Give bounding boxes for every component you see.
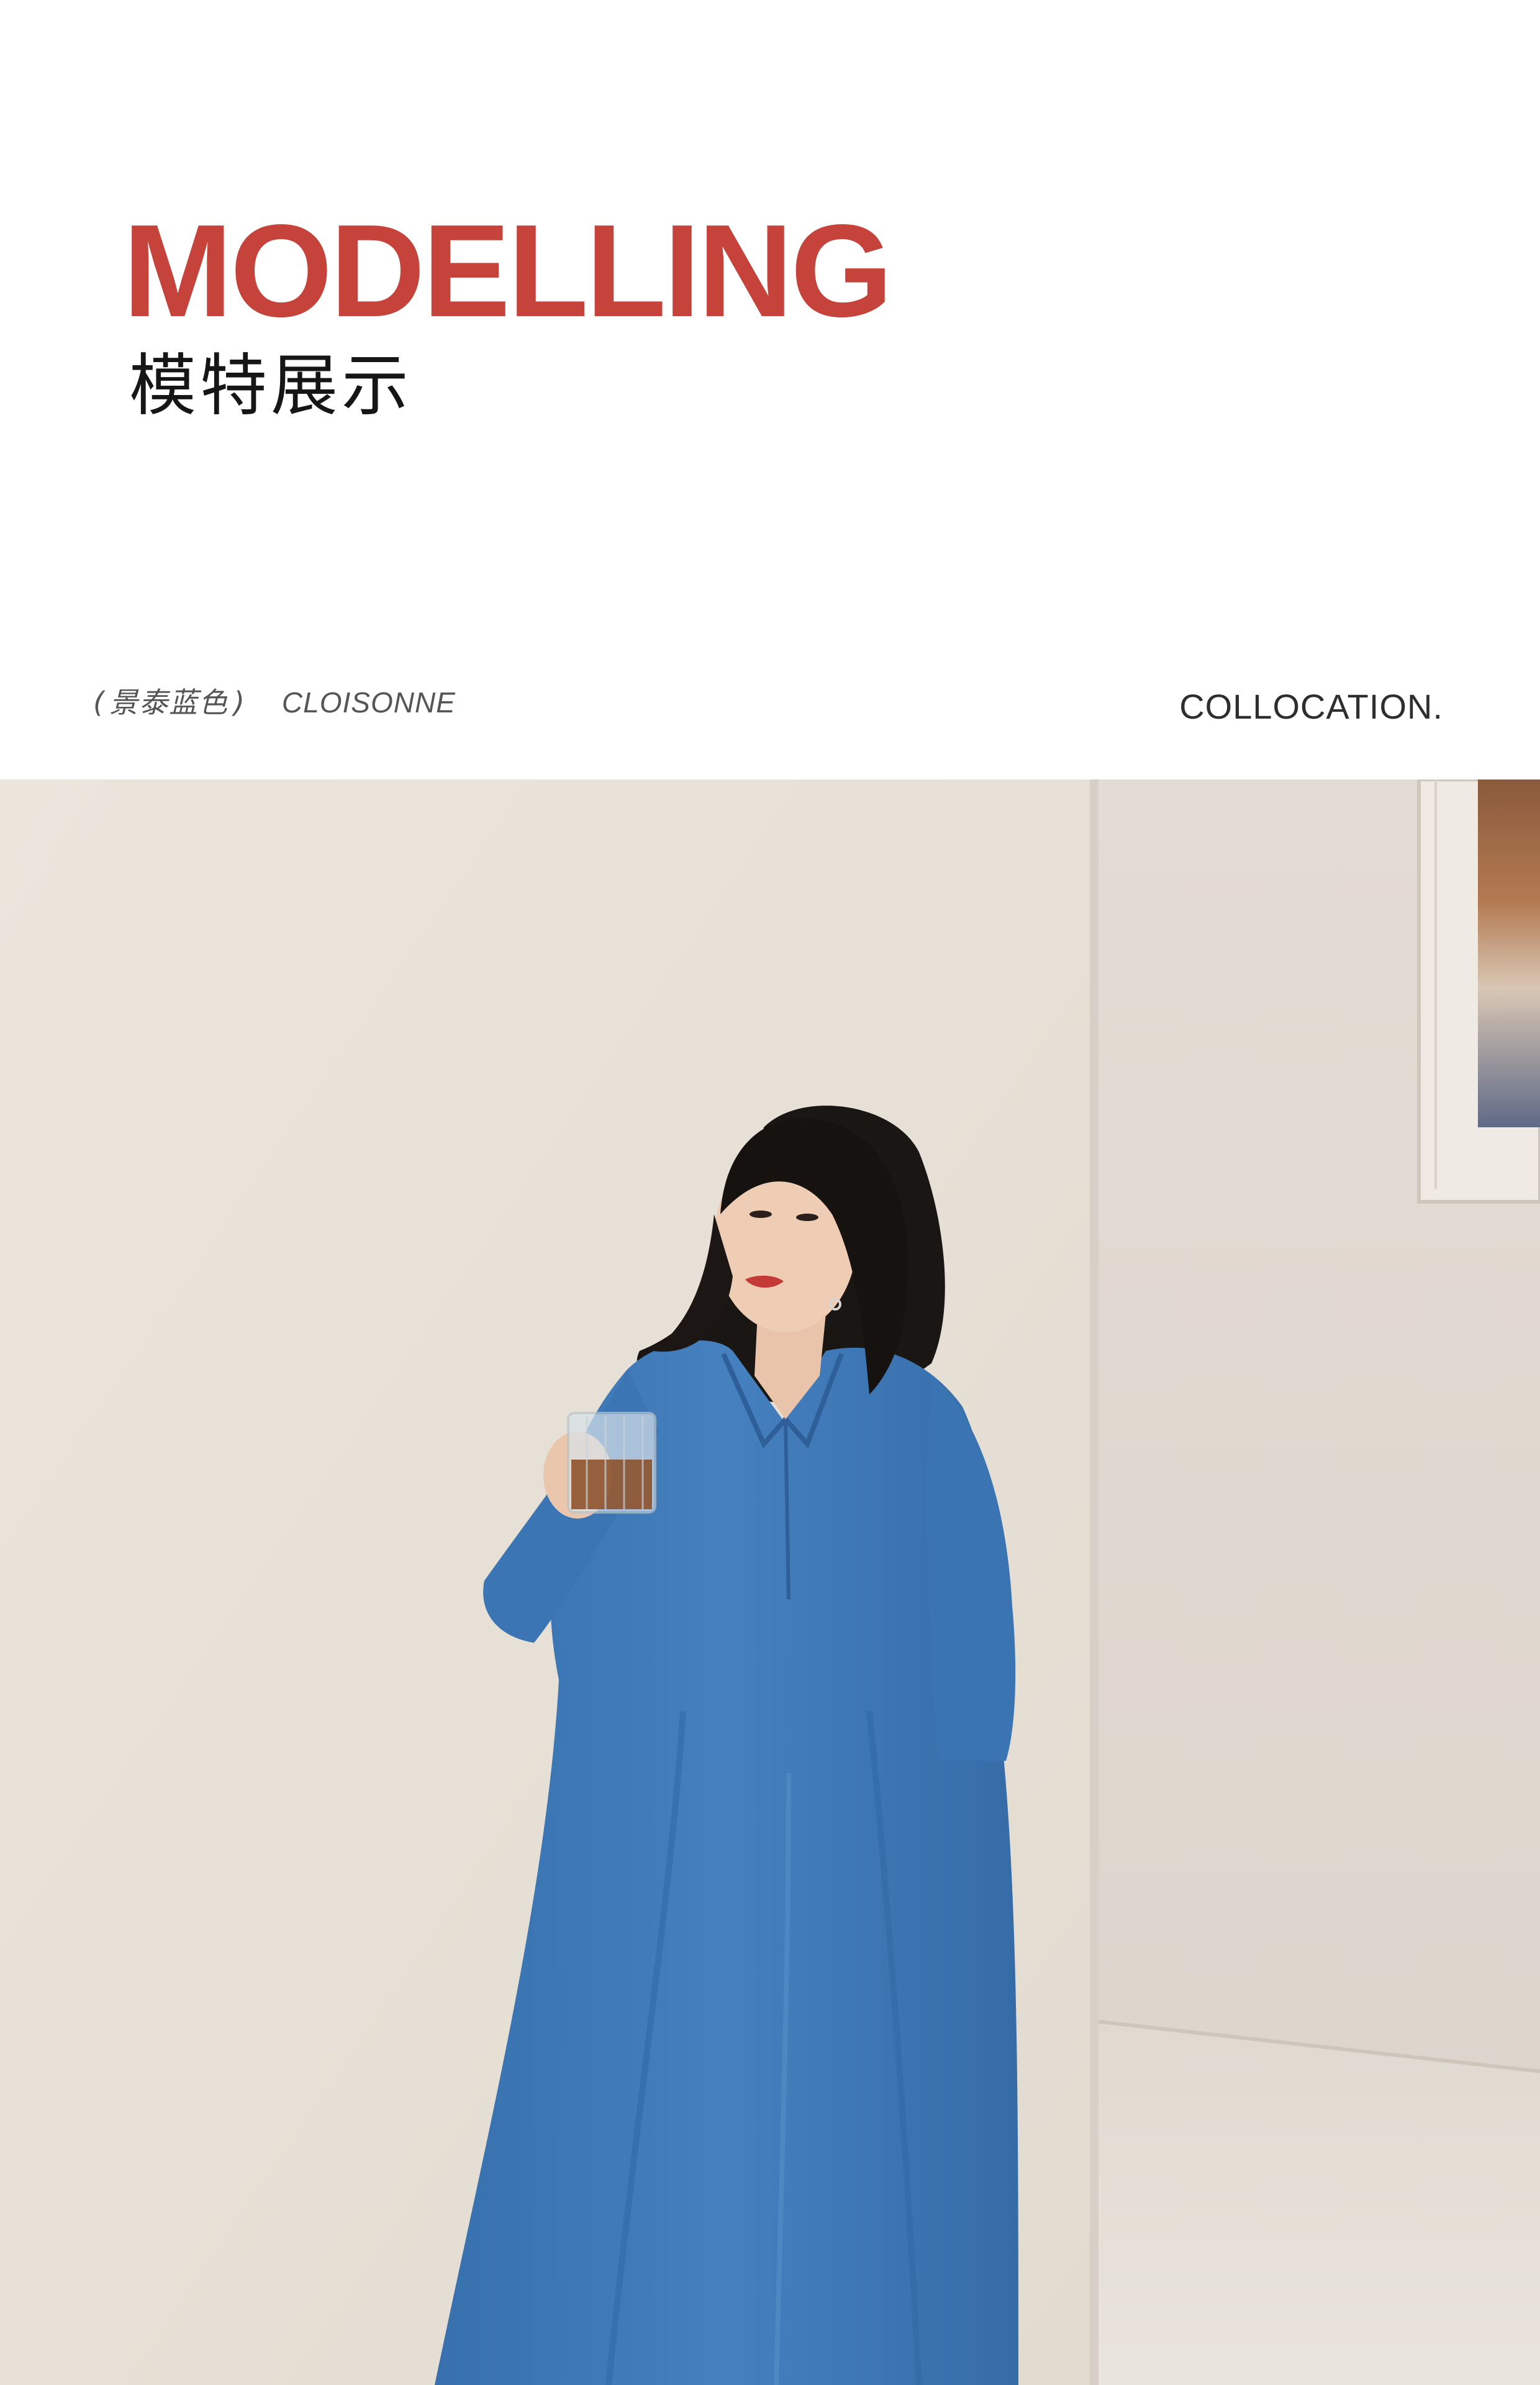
color-label-open-paren: ( (93, 686, 104, 719)
drink (571, 1460, 652, 1509)
collocation-label: COLLOCATION. (1179, 687, 1443, 726)
color-name-zh: 景泰蓝色 (109, 686, 229, 719)
wall-edge (1090, 779, 1098, 2385)
page-title-en: MODELLING (123, 197, 893, 344)
header-section: MODELLING 模特展示 ( 景泰蓝色 ) CLOISONNE COLLOC… (0, 0, 1540, 779)
model-photo (0, 779, 1540, 2385)
page-title-zh: 模特展示 (129, 347, 413, 425)
color-name-en: CLOISONNE (281, 686, 456, 719)
painting (1478, 779, 1540, 1127)
color-label-close-paren: ) (233, 686, 245, 719)
color-label: ( 景泰蓝色 ) CLOISONNE (93, 688, 456, 717)
floor (1098, 2022, 1540, 2385)
